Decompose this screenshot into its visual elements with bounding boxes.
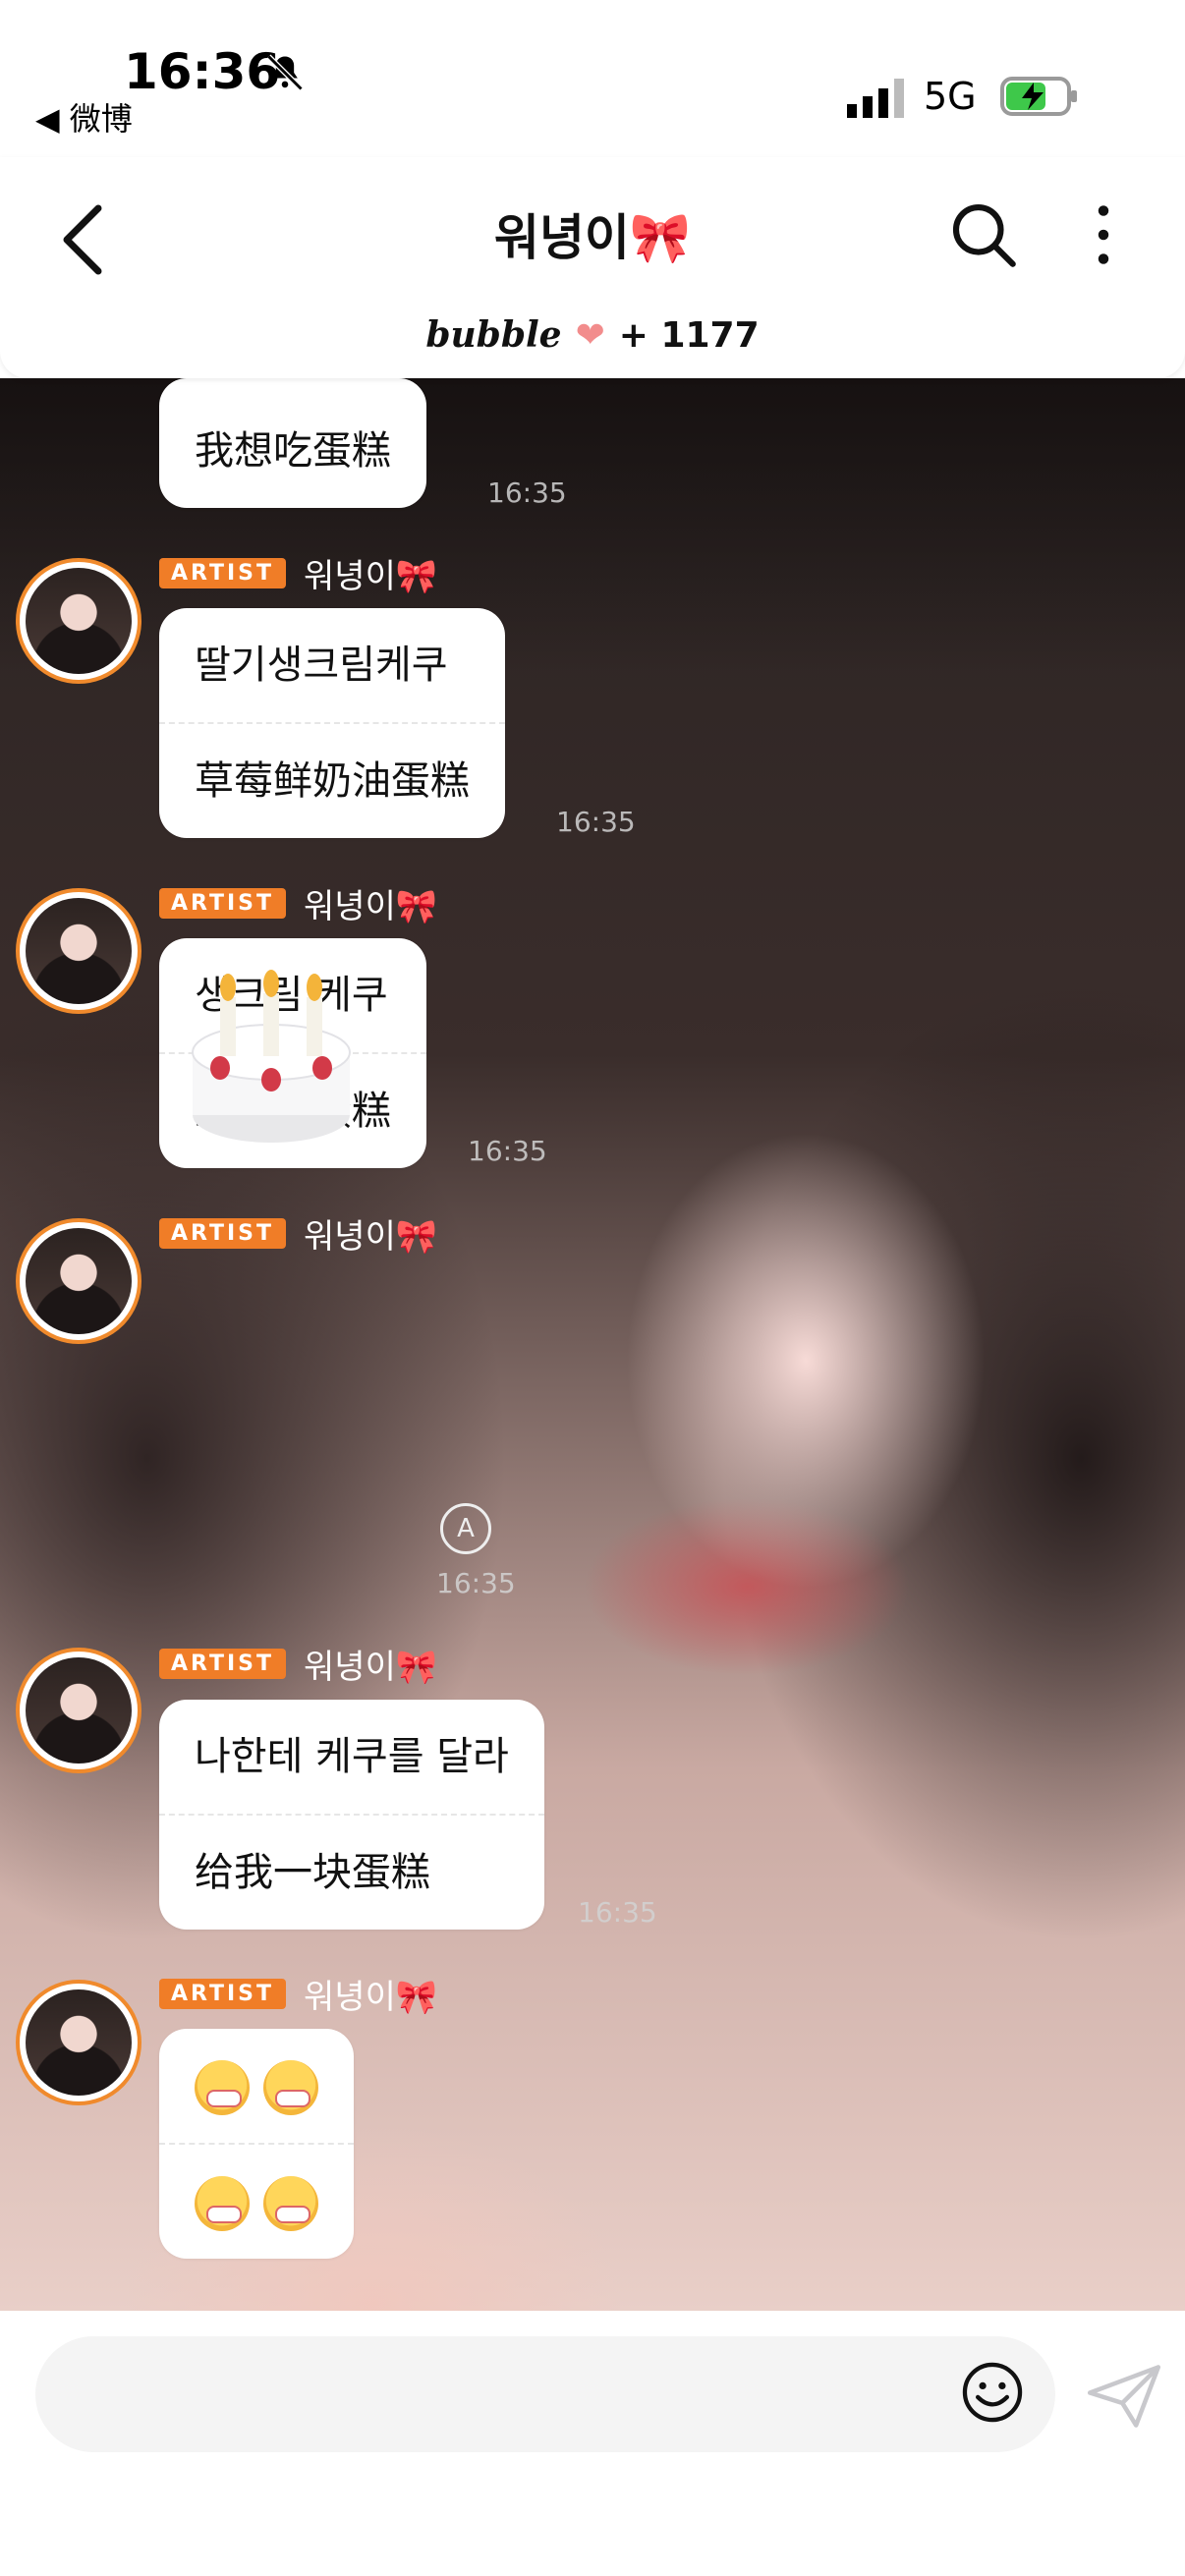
chat-header: 워녕이🎀 bubble ❤ + 1177 bbox=[0, 157, 1185, 378]
message-line: 草莓鲜奶油蛋糕 bbox=[159, 722, 505, 838]
chat-area: 我想吃蛋糕 16:35 ARTIST 워녕이🎀 딸기생크림케쿠 草莓鲜奶油蛋糕 … bbox=[0, 378, 1185, 2311]
sender-name: 워녕이🎀 bbox=[304, 556, 438, 596]
message-bubble[interactable]: 딸기생크림케쿠 草莓鲜奶油蛋糕 bbox=[159, 608, 505, 838]
sender-row: ARTIST 워녕이🎀 bbox=[159, 885, 437, 926]
sender-row: ARTIST 워녕이🎀 bbox=[159, 1215, 437, 1257]
back-to-app-link[interactable]: ◀ 微博 bbox=[35, 94, 133, 140]
avatar[interactable] bbox=[16, 558, 141, 684]
artist-badge: ARTIST bbox=[159, 1648, 287, 1679]
steaming-face-emoji bbox=[263, 2060, 318, 2115]
message-line: 我想吃蛋糕 bbox=[195, 428, 391, 474]
sender-row: ARTIST 워녕이🎀 bbox=[159, 555, 437, 596]
status-time: 16:36 bbox=[124, 43, 281, 100]
emoji-icon[interactable] bbox=[960, 2360, 1025, 2425]
message-line: 나한테 케쿠를 달라 bbox=[195, 1734, 509, 1779]
steaming-face-emoji bbox=[263, 2176, 318, 2231]
sender-row: ARTIST 워녕이🎀 bbox=[159, 1646, 437, 1687]
signal-icon bbox=[847, 79, 904, 118]
sender-name: 워녕이🎀 bbox=[304, 1977, 438, 2017]
status-bar: 16:36 ◀ 微博 5G bbox=[0, 0, 1185, 157]
message-time: 16:35 bbox=[436, 1567, 516, 1599]
network-type: 5G bbox=[924, 75, 977, 118]
message-bubble[interactable]: 나한테 케쿠를 달라 给我一块蛋糕 bbox=[159, 1700, 544, 1930]
sender-name: 워녕이🎀 bbox=[304, 1647, 438, 1687]
message-bubble[interactable] bbox=[159, 2029, 354, 2259]
input-bar bbox=[0, 2311, 1185, 2576]
message-input[interactable] bbox=[35, 2336, 1055, 2452]
artist-badge: ARTIST bbox=[159, 557, 287, 588]
message-time: 16:35 bbox=[556, 806, 636, 838]
message-time: 16:35 bbox=[468, 1135, 547, 1167]
send-icon[interactable] bbox=[1085, 2362, 1163, 2431]
bell-muted-icon bbox=[266, 54, 304, 91]
sender-row: ARTIST 워녕이🎀 bbox=[159, 1976, 437, 2017]
message-time: 16:35 bbox=[487, 476, 567, 509]
artist-badge: ARTIST bbox=[159, 1217, 287, 1249]
emoji-line bbox=[159, 2143, 354, 2259]
bubble-count: + 1177 bbox=[618, 315, 760, 356]
avatar[interactable] bbox=[16, 888, 141, 1014]
sender-name: 워녕이🎀 bbox=[304, 886, 438, 926]
more-vertical-icon[interactable] bbox=[1089, 200, 1118, 269]
artist-badge: ARTIST bbox=[159, 1978, 287, 2009]
message-time: 16:35 bbox=[578, 1896, 657, 1929]
avatar[interactable] bbox=[16, 1648, 141, 1773]
steaming-face-emoji bbox=[195, 2176, 250, 2231]
heart-icon: ❤ bbox=[575, 315, 605, 356]
sender-name: 워녕이🎀 bbox=[304, 1216, 438, 1257]
search-icon[interactable] bbox=[949, 200, 1018, 269]
cake-sticker[interactable] bbox=[173, 958, 369, 1154]
steaming-face-emoji bbox=[195, 2060, 250, 2115]
artist-badge: ARTIST bbox=[159, 887, 287, 919]
bubble-count-bar: bubble ❤ + 1177 bbox=[0, 314, 1185, 356]
avatar[interactable] bbox=[16, 1980, 141, 2105]
auto-translate-icon[interactable]: A bbox=[440, 1503, 491, 1554]
avatar[interactable] bbox=[16, 1218, 141, 1344]
message-line: 딸기생크림케쿠 bbox=[195, 643, 448, 688]
message-bubble[interactable]: 我想吃蛋糕 bbox=[159, 378, 426, 508]
bubble-brand: bubble bbox=[425, 314, 562, 356]
emoji-line bbox=[159, 2029, 354, 2143]
message-line: 给我一块蛋糕 bbox=[159, 1814, 544, 1930]
battery-icon bbox=[1000, 77, 1077, 116]
